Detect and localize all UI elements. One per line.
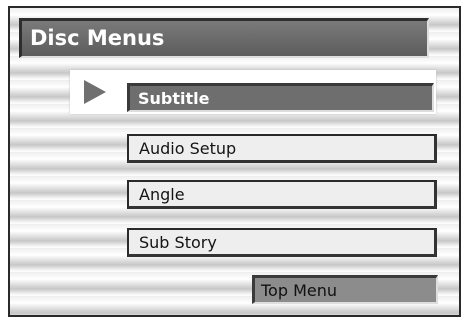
page-title: Disc Menus <box>19 18 429 58</box>
triangle-right-icon <box>84 80 106 104</box>
top-menu-button[interactable]: Top Menu <box>252 275 438 304</box>
menu-item-audio-setup[interactable]: Audio Setup <box>127 134 437 163</box>
menu-item-subtitle[interactable]: Subtitle <box>127 83 434 112</box>
menu-item-angle[interactable]: Angle <box>127 180 437 209</box>
menu-item-sub-story[interactable]: Sub Story <box>127 228 437 257</box>
